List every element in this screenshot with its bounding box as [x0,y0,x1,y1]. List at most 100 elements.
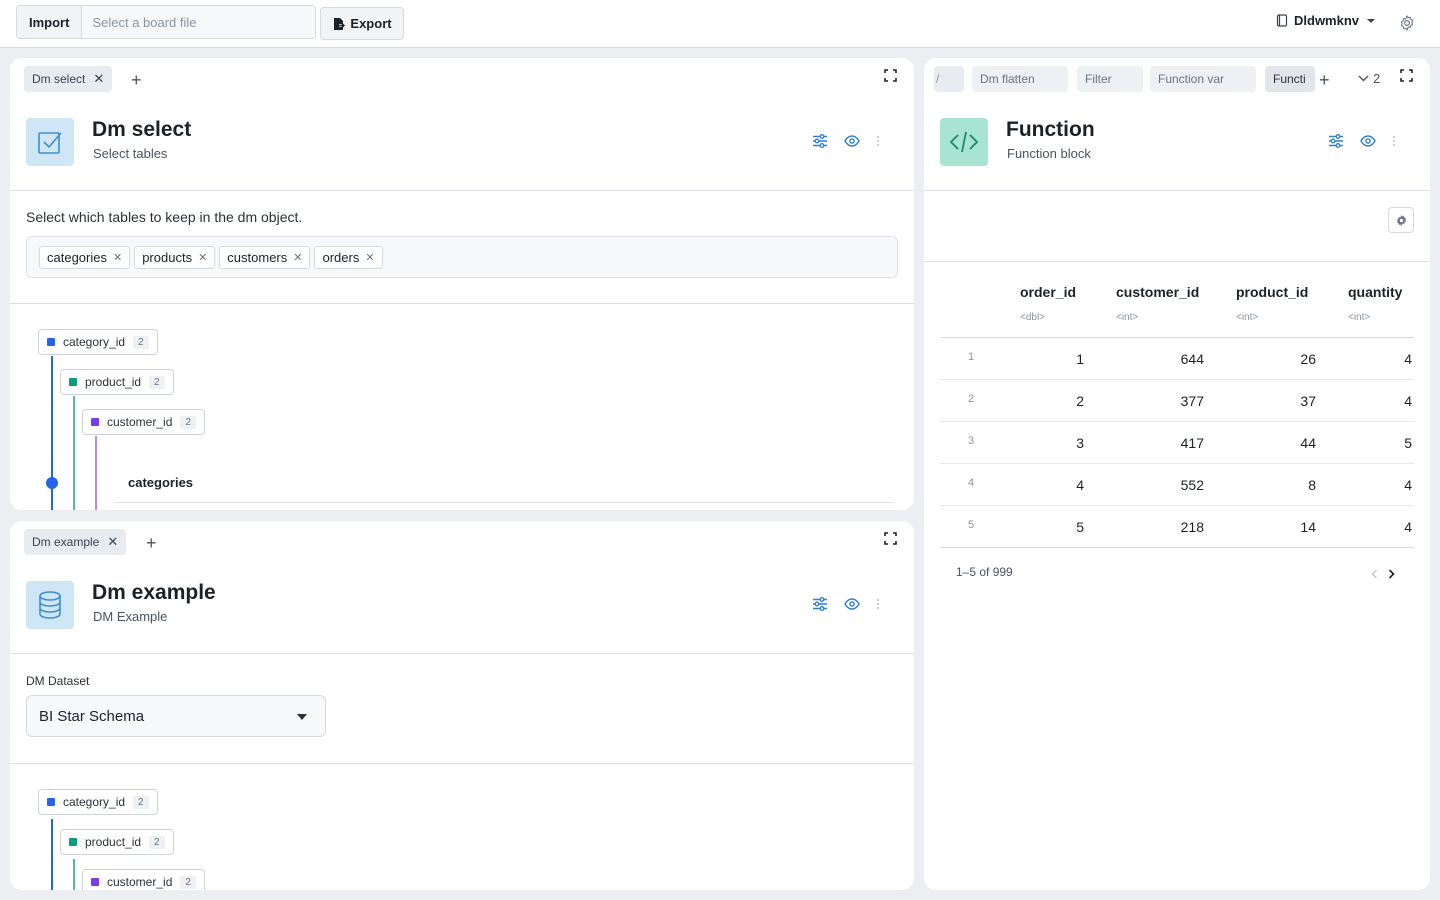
sliders-icon[interactable] [812,597,828,611]
content-divider [10,303,914,304]
board-file-input[interactable]: Select a board file [82,6,315,38]
tree-node-category-id[interactable]: category_id 2 [38,789,158,815]
prev-page-icon[interactable] [1371,569,1378,579]
tree-node-count: 2 [133,795,149,809]
tree-line-product [73,859,75,890]
tree-node-customer-id[interactable]: customer_id 2 [82,869,205,890]
key-color-swatch [69,838,77,846]
row-divider [940,463,1414,464]
fullscreen-icon[interactable] [884,69,897,82]
import-button[interactable]: Import [17,6,83,38]
settings-gear-icon[interactable] [1398,14,1416,32]
tab-label: Dm flatten [980,72,1035,86]
tree-node-product-id[interactable]: product_id 2 [60,369,174,395]
tree-node-label: customer_id [107,415,173,429]
block-title: Dm select [92,118,192,141]
add-tab-icon[interactable]: + [146,534,157,552]
dm-select-panel: Dm select ✕ + Dm select Select tables Se… [10,58,914,510]
dataset-select[interactable]: BI Star Schema [26,695,326,737]
chip-remove-icon[interactable]: ✕ [365,251,374,264]
chip-categories: categories ✕ [39,245,131,269]
column-header-customer-id[interactable]: customer_id [1116,284,1199,300]
table-divider [114,502,894,503]
chip-remove-icon[interactable]: ✕ [198,251,207,264]
import-group: Import Select a board file [16,5,316,39]
block-actions [812,134,880,148]
tree-node-product-id[interactable]: product_id 2 [60,829,174,855]
fullscreen-icon[interactable] [1400,69,1413,82]
key-color-swatch [47,338,55,346]
sliders-icon[interactable] [1328,134,1344,148]
cell-order-id: 1 [1076,351,1084,367]
tree-node-label: customer_id [107,875,173,889]
add-tab-icon[interactable]: + [131,71,142,89]
add-tab-icon[interactable]: + [1319,71,1330,89]
header-divider [924,190,1430,191]
column-header-quantity[interactable]: quantity [1348,284,1402,300]
cell-order-id: 3 [1076,435,1084,451]
tab-dm-select[interactable]: Dm select ✕ [24,66,113,92]
chip-label: customers [227,249,288,265]
more-vertical-icon[interactable] [876,598,880,610]
chip-remove-icon[interactable]: ✕ [113,251,122,264]
tree-node-label: category_id [63,795,126,809]
more-tabs-count: 2 [1373,71,1381,86]
code-icon [949,131,979,153]
chevron-down-icon [1367,18,1376,23]
tab-function-var[interactable]: Function var [1150,66,1256,92]
tab-dm-flatten[interactable]: Dm flatten [972,66,1068,92]
tree-node-customer-id[interactable]: customer_id 2 [82,409,205,435]
column-header-order-id[interactable]: order_id [1020,284,1076,300]
tree-line-customer [95,436,97,510]
block-actions [812,597,880,611]
row-number: 1 [968,351,975,363]
fullscreen-icon[interactable] [884,532,897,545]
more-vertical-icon[interactable] [876,135,880,147]
eye-icon[interactable] [844,135,860,147]
column-header-product-id[interactable]: product_id [1236,284,1308,300]
database-icon [39,591,61,619]
instruction-text: Select which tables to keep in the dm ob… [26,209,303,225]
eye-icon[interactable] [844,598,860,610]
header-divider [10,653,914,654]
chip-label: products [142,249,193,265]
key-color-swatch [91,878,99,886]
chip-remove-icon[interactable]: ✕ [293,251,302,264]
tree-node-count: 2 [180,875,196,889]
tree-node-label: product_id [85,835,142,849]
tab-function-active[interactable]: Functi [1265,66,1315,92]
table-settings-button[interactable] [1388,207,1414,233]
export-label: Export [350,16,392,31]
tree-node-category-id[interactable]: category_id 2 [38,329,158,355]
key-color-swatch [47,798,55,806]
table-bottom-divider [940,547,1414,548]
user-menu[interactable]: Dldwmknv [1276,13,1376,28]
tab-dm-example[interactable]: Dm example ✕ [24,529,127,555]
tab-label: Functi [1273,72,1306,86]
cell-product-id: 8 [1308,477,1316,493]
cell-quantity: 4 [1404,477,1412,493]
block-subtitle: Function block [1007,146,1091,161]
more-tabs-dropdown[interactable]: 2 [1358,71,1380,86]
tab-truncated[interactable]: / [934,66,964,92]
tree-line-category [51,819,53,890]
more-vertical-icon[interactable] [1392,135,1396,147]
column-type-customer-id: <int> [1116,312,1139,323]
cell-product-id: 26 [1300,351,1316,367]
chip-customers: customers ✕ [219,245,311,269]
cell-customer-id: 218 [1180,519,1204,535]
close-icon[interactable]: ✕ [93,71,104,87]
key-color-swatch [91,418,99,426]
tab-filter[interactable]: Filter [1077,66,1143,92]
sliders-icon[interactable] [812,134,828,148]
export-button[interactable]: Export [320,7,404,40]
tree-node-count: 2 [149,375,165,389]
next-page-icon[interactable] [1388,569,1395,579]
row-number: 4 [968,477,975,489]
cell-product-id: 37 [1300,393,1316,409]
eye-icon[interactable] [1360,135,1376,147]
tree-node-label: category_id [63,335,126,349]
content-divider [10,763,914,764]
close-icon[interactable]: ✕ [107,534,118,550]
tables-multiselect[interactable]: categories ✕ products ✕ customers ✕ orders ✕ [26,236,898,278]
